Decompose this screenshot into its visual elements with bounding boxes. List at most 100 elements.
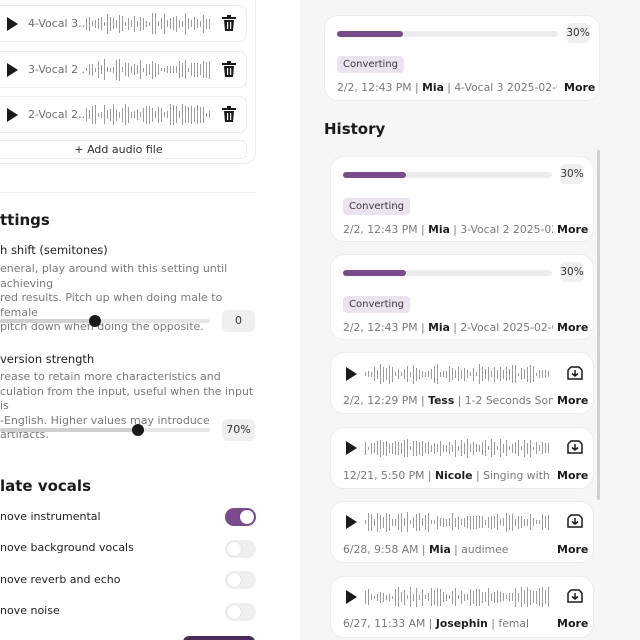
remove-instrumental-toggle[interactable] xyxy=(225,508,256,526)
progress-percent: 30% xyxy=(560,262,584,282)
more-button[interactable]: More xyxy=(557,321,588,334)
more-button[interactable]: More xyxy=(557,394,588,407)
history-item[interactable]: 30% Converting 2/2, 12:43 PM | Mia | 3-V… xyxy=(330,156,594,242)
remove-background-vocals-toggle[interactable] xyxy=(225,540,256,558)
waveform-bar xyxy=(191,20,192,27)
waveform-bar xyxy=(386,512,387,532)
download-icon[interactable] xyxy=(567,366,583,381)
waveform-bar xyxy=(380,591,381,603)
waveform-bar xyxy=(374,443,375,453)
history-item[interactable]: 6/28, 9:58 AM | Mia | audimee More xyxy=(330,501,594,563)
play-icon[interactable] xyxy=(346,515,357,529)
waveform-bar xyxy=(182,104,183,125)
waveform-bar xyxy=(428,593,429,601)
waveform-bar xyxy=(464,593,465,601)
waveform-bar xyxy=(482,441,483,455)
waveform-bar xyxy=(125,104,126,125)
waveform-bar xyxy=(401,442,402,454)
waveform-bar xyxy=(107,110,108,119)
audio-file-row[interactable]: 3-Vocal 2 ... xyxy=(0,51,247,88)
waveform-bar xyxy=(119,14,120,33)
status-badge: Converting xyxy=(343,198,411,215)
scrollbar[interactable] xyxy=(597,150,600,500)
waveform-bar xyxy=(206,61,207,78)
play-icon[interactable] xyxy=(7,16,18,31)
remove-instrumental-label: nove instrumental xyxy=(0,510,101,523)
history-meta: 6/28, 9:58 AM | Mia | audimee xyxy=(343,543,509,556)
waveform-bar xyxy=(428,512,429,532)
add-audio-file-button[interactable]: + Add audio file xyxy=(0,140,247,159)
waveform-bar xyxy=(407,512,408,532)
trash-icon[interactable] xyxy=(222,61,236,78)
waveform-bar xyxy=(497,514,498,530)
waveform-bar xyxy=(206,112,207,117)
download-icon[interactable] xyxy=(567,514,583,529)
audio-file-row[interactable]: 2-Vocal 2... xyxy=(0,96,247,133)
play-icon[interactable] xyxy=(346,441,357,455)
convert-button[interactable] xyxy=(183,636,255,640)
waveform-bar xyxy=(530,589,531,605)
waveform-bar xyxy=(470,444,471,452)
waveform-bar xyxy=(467,594,468,600)
waveform-bar xyxy=(185,60,186,79)
waveform-bar xyxy=(407,439,408,457)
conversion-strength-slider-handle[interactable] xyxy=(132,424,144,436)
more-button[interactable]: More xyxy=(564,81,595,94)
pitch-shift-slider[interactable] xyxy=(0,319,210,323)
waveform xyxy=(365,436,549,460)
more-button[interactable]: More xyxy=(557,617,588,630)
waveform-bar xyxy=(200,20,201,27)
waveform-bar xyxy=(119,58,120,81)
waveform-bar xyxy=(464,367,465,381)
conversion-strength-slider[interactable] xyxy=(0,428,210,432)
waveform-bar xyxy=(110,16,111,31)
more-button[interactable]: More xyxy=(557,223,588,236)
waveform-bar xyxy=(518,372,519,376)
pitch-shift-value: 0 xyxy=(222,310,255,332)
waveform-bar xyxy=(470,515,471,529)
remove-noise-toggle[interactable] xyxy=(225,603,256,621)
trash-icon[interactable] xyxy=(222,106,236,123)
waveform-bar xyxy=(413,593,414,601)
remove-background-vocals-label: nove background vocals xyxy=(0,541,134,554)
progress-bar xyxy=(343,270,552,276)
play-icon[interactable] xyxy=(346,590,357,604)
download-icon[interactable] xyxy=(567,440,583,455)
waveform-bar xyxy=(419,513,420,531)
waveform-bar xyxy=(113,18,114,29)
waveform-bar xyxy=(179,111,180,118)
waveform-bar xyxy=(527,442,528,454)
more-button[interactable]: More xyxy=(557,469,588,482)
history-item[interactable]: 2/2, 12:29 PM | Tess | 1-2 Seconds Song … xyxy=(330,352,594,414)
waveform-bar xyxy=(98,18,99,29)
waveform-bar xyxy=(491,439,492,457)
waveform-bar xyxy=(167,111,168,118)
play-icon[interactable] xyxy=(7,107,18,122)
waveform-bar xyxy=(419,441,420,455)
more-button[interactable]: More xyxy=(557,543,588,556)
play-icon[interactable] xyxy=(7,62,18,77)
download-icon[interactable] xyxy=(567,589,583,604)
audio-file-name: 2-Vocal 2... xyxy=(28,108,86,121)
history-item[interactable]: 12/21, 5:50 PM | Nicole | Singing with C… xyxy=(330,427,594,489)
waveform-bar xyxy=(371,513,372,531)
play-icon[interactable] xyxy=(346,367,357,381)
waveform-bar xyxy=(461,440,462,456)
waveform-bar xyxy=(86,17,87,30)
waveform-bar xyxy=(383,592,384,602)
audio-file-row[interactable]: 4-Vocal 3... xyxy=(0,5,247,42)
waveform-bar xyxy=(521,516,522,528)
remove-reverb-toggle[interactable] xyxy=(225,571,256,589)
waveform-bar xyxy=(488,588,489,606)
history-item[interactable]: 6/27, 11:33 AM | Josephin | femal More xyxy=(330,576,594,638)
trash-icon[interactable] xyxy=(222,15,236,32)
waveform-bar xyxy=(524,590,525,604)
progress-percent: 30% xyxy=(560,164,584,184)
waveform-bar xyxy=(404,439,405,457)
pitch-shift-slider-handle[interactable] xyxy=(89,315,101,327)
conversion-card[interactable]: 30% Converting 2/2, 12:43 PM | Mia | 4-V… xyxy=(324,15,600,101)
waveform-bar xyxy=(401,592,402,602)
history-item[interactable]: 30% Converting 2/2, 12:43 PM | Mia | 2-V… xyxy=(330,254,594,340)
waveform-bar xyxy=(425,371,426,377)
waveform-bar xyxy=(500,367,501,381)
